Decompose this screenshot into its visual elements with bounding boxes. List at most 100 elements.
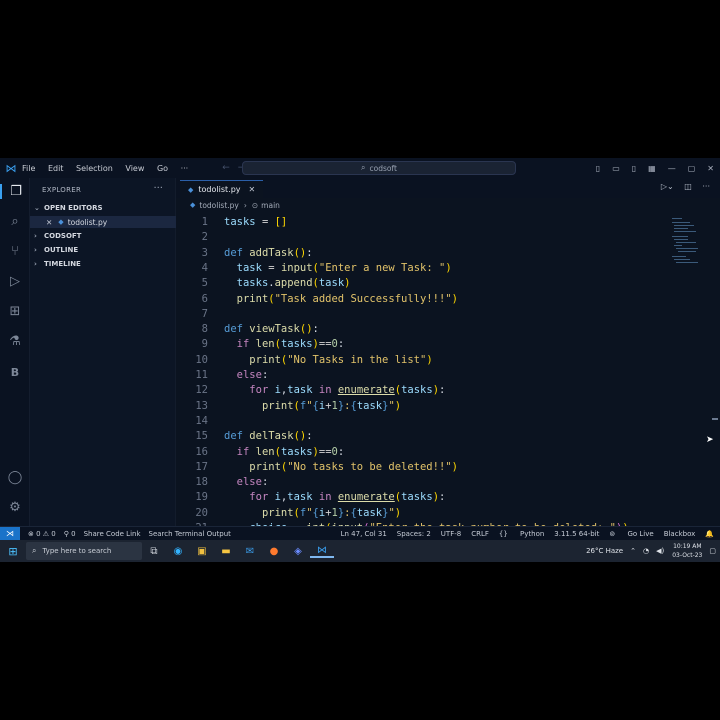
volume-icon[interactable]: ◀) [656,547,664,555]
activity-bar: ❐ ⌕ ⑂ ▷ ⊞ ⚗ B ◯ ⚙ [0,178,30,526]
encoding[interactable]: UTF-8 [441,530,461,538]
blackbox-icon[interactable]: B [0,366,30,379]
remote-indicator-icon[interactable]: ⋊ [0,526,20,541]
more-actions-icon[interactable]: ··· [702,182,710,191]
line-number: 9 [201,338,208,351]
windows-start-icon[interactable]: ⊞ [0,545,26,558]
code-line[interactable]: task = input("Enter a new Task: ") [224,262,452,274]
close-icon[interactable]: ✕ [46,218,52,227]
extensions-icon[interactable]: ⊞ [0,304,30,319]
testing-icon[interactable]: ⚗ [0,334,30,349]
end-of-line[interactable]: CRLF [471,530,489,538]
search-icon[interactable]: ⌕ [0,214,30,229]
line-number: 7 [201,307,208,320]
code-line[interactable]: if len(tasks)==0: [224,338,345,350]
code-line[interactable]: print(f"{i+1}:{task}") [224,507,401,519]
toggle-panel-icon[interactable]: ▭ [612,164,620,173]
cursor-position[interactable]: Ln 47, Col 31 [341,530,387,538]
split-editor-icon[interactable]: ◫ [684,182,692,191]
firefox-icon[interactable]: ● [262,546,286,557]
mail-icon[interactable]: ✉ [238,546,262,557]
menu-file[interactable]: File [22,164,35,173]
status-right: Ln 47, Col 31 Spaces: 2 UTF-8 CRLF {} Py… [331,527,714,541]
scrollbar-thumb[interactable] [712,418,718,420]
task-view-icon[interactable]: ⧉ [142,546,166,557]
network-icon[interactable]: ◔ [643,547,649,555]
minimap[interactable] [672,214,708,274]
code-line[interactable]: print(f"{i+1}:{task}") [224,400,401,412]
section-codsoft[interactable]: › CODSOFT [34,232,81,240]
gear-icon[interactable]: ⚙ [0,500,30,515]
menu-view[interactable]: View [125,164,144,173]
minimize-button[interactable]: — [668,164,676,173]
menu-go[interactable]: Go [157,164,168,173]
explorer-icon[interactable]: ❐ [0,184,30,199]
code-line[interactable]: for i,task in enumerate(tasks): [224,384,445,396]
command-center-search[interactable]: ⌕ codsoft [242,161,516,175]
breadcrumb-symbol[interactable]: main [261,201,280,210]
menu-more[interactable]: ··· [181,164,189,173]
code-line[interactable]: print("No tasks to be deleted!!") [224,461,458,473]
section-timeline[interactable]: › TIMELINE [34,260,81,268]
code-line[interactable]: def addTask(): [224,247,313,259]
go-live-button[interactable]: ⊚ Go Live [609,530,653,538]
line-number: 18 [195,476,208,489]
notifications-bell-icon[interactable]: 🔔 [705,530,714,538]
vertical-scrollbar[interactable] [712,214,718,526]
account-icon[interactable]: ◯ [0,470,30,485]
notification-center-icon[interactable]: ▢ [709,547,716,555]
close-button[interactable]: ✕ [707,164,714,173]
breadcrumb-file[interactable]: todolist.py [199,201,238,210]
status-bar: ⋊ ⊗ 0 ⚠ 0 ⚲ 0 Share Code Link Search Ter… [0,526,720,541]
weather-widget[interactable]: 26°C Haze [586,547,623,555]
toggle-secondary-sidebar-icon[interactable]: ▯ [632,164,636,173]
open-editor-item[interactable]: ✕ ◆ todolist.py [30,216,176,228]
code-line[interactable]: else: [224,369,269,381]
code-line[interactable]: if len(tasks)==0: [224,446,345,458]
line-number: 5 [201,277,208,290]
menu-selection[interactable]: Selection [76,164,113,173]
python-interpreter[interactable]: 3.11.5 64-bit [554,530,599,538]
code-line[interactable]: print("Task added Successfully!!!") [224,293,458,305]
toggle-sidebar-icon[interactable]: ▯ [596,164,600,173]
taskbar-search[interactable]: ⌕ Type here to search [26,542,142,560]
code-line[interactable]: else: [224,476,269,488]
section-outline[interactable]: › OUTLINE [34,246,78,254]
maximize-button[interactable]: ▢ [688,164,696,173]
open-editor-label: todolist.py [67,217,108,227]
more-actions-icon[interactable]: ··· [153,183,163,194]
language-mode[interactable]: {} Python [499,530,544,538]
section-open-editors[interactable]: ⌄ OPEN EDITORS [34,204,103,212]
indentation[interactable]: Spaces: 2 [397,530,431,538]
chevron-right-icon: › [243,200,247,210]
app-icon[interactable]: ◈ [286,546,310,557]
code-line[interactable]: def delTask(): [224,430,313,442]
ports-indicator[interactable]: ⚲ 0 [64,530,76,538]
close-icon[interactable]: ✕ [249,185,256,194]
file-explorer-icon[interactable]: ▬ [214,546,238,557]
tab-todolist[interactable]: ◆ todolist.py ✕ [180,180,264,198]
microsoft-store-icon[interactable]: ▣ [190,546,214,557]
menu-edit[interactable]: Edit [48,164,64,173]
run-icon[interactable]: ▷⌄ [661,182,674,191]
problems-indicator[interactable]: ⊗ 0 ⚠ 0 [28,530,56,538]
share-code-link[interactable]: Share Code Link [84,530,141,538]
blackbox-status[interactable]: Blackbox [664,530,696,538]
search-terminal-output[interactable]: Search Terminal Output [149,530,231,538]
vscode-taskbar-icon[interactable]: ⋈ [310,545,334,558]
line-number: 10 [195,353,208,366]
source-control-icon[interactable]: ⑂ [0,244,30,259]
code-line[interactable]: print("No Tasks in the list") [224,354,432,366]
code-line[interactable]: tasks.append(task) [224,277,351,289]
edge-browser-icon[interactable]: ◉ [166,546,190,557]
python-file-icon: ◆ [190,201,196,209]
code-line[interactable]: for i,task in enumerate(tasks): [224,491,445,503]
tray-overflow-icon[interactable]: ⌃ [630,547,636,555]
code-line[interactable]: tasks = [] [224,216,287,228]
editor-actions: ▷⌄ ◫ ··· [653,182,710,191]
run-debug-icon[interactable]: ▷ [0,274,30,289]
clock[interactable]: 10:19 AM 03-Oct-23 [672,542,702,560]
code-editor[interactable]: 1 tasks = [] 2 3 def addTask(): 4 task = inpu… [176,214,670,526]
code-line[interactable]: def viewTask(): [224,323,319,335]
customize-layout-icon[interactable]: ▦ [648,164,656,173]
